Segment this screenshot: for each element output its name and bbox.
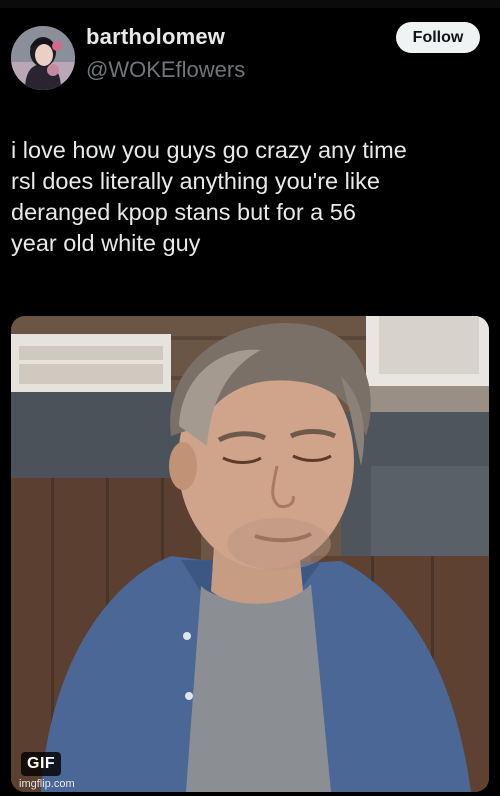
avatar-image xyxy=(11,26,75,90)
top-strip xyxy=(0,0,500,8)
gif-badge: GIF xyxy=(21,752,62,776)
display-name[interactable]: bartholomew xyxy=(86,24,225,50)
follow-button[interactable]: Follow xyxy=(396,22,480,53)
user-handle[interactable]: @WOKEflowers xyxy=(86,57,245,83)
tweet-text: i love how you guys go crazy any time rs… xyxy=(11,137,407,256)
imgflip-watermark: imgflip.com xyxy=(19,778,75,790)
gif-frame-image xyxy=(11,316,489,792)
tweet-media-gif[interactable]: GIF imgflip.com xyxy=(11,316,489,792)
avatar[interactable] xyxy=(11,26,75,90)
